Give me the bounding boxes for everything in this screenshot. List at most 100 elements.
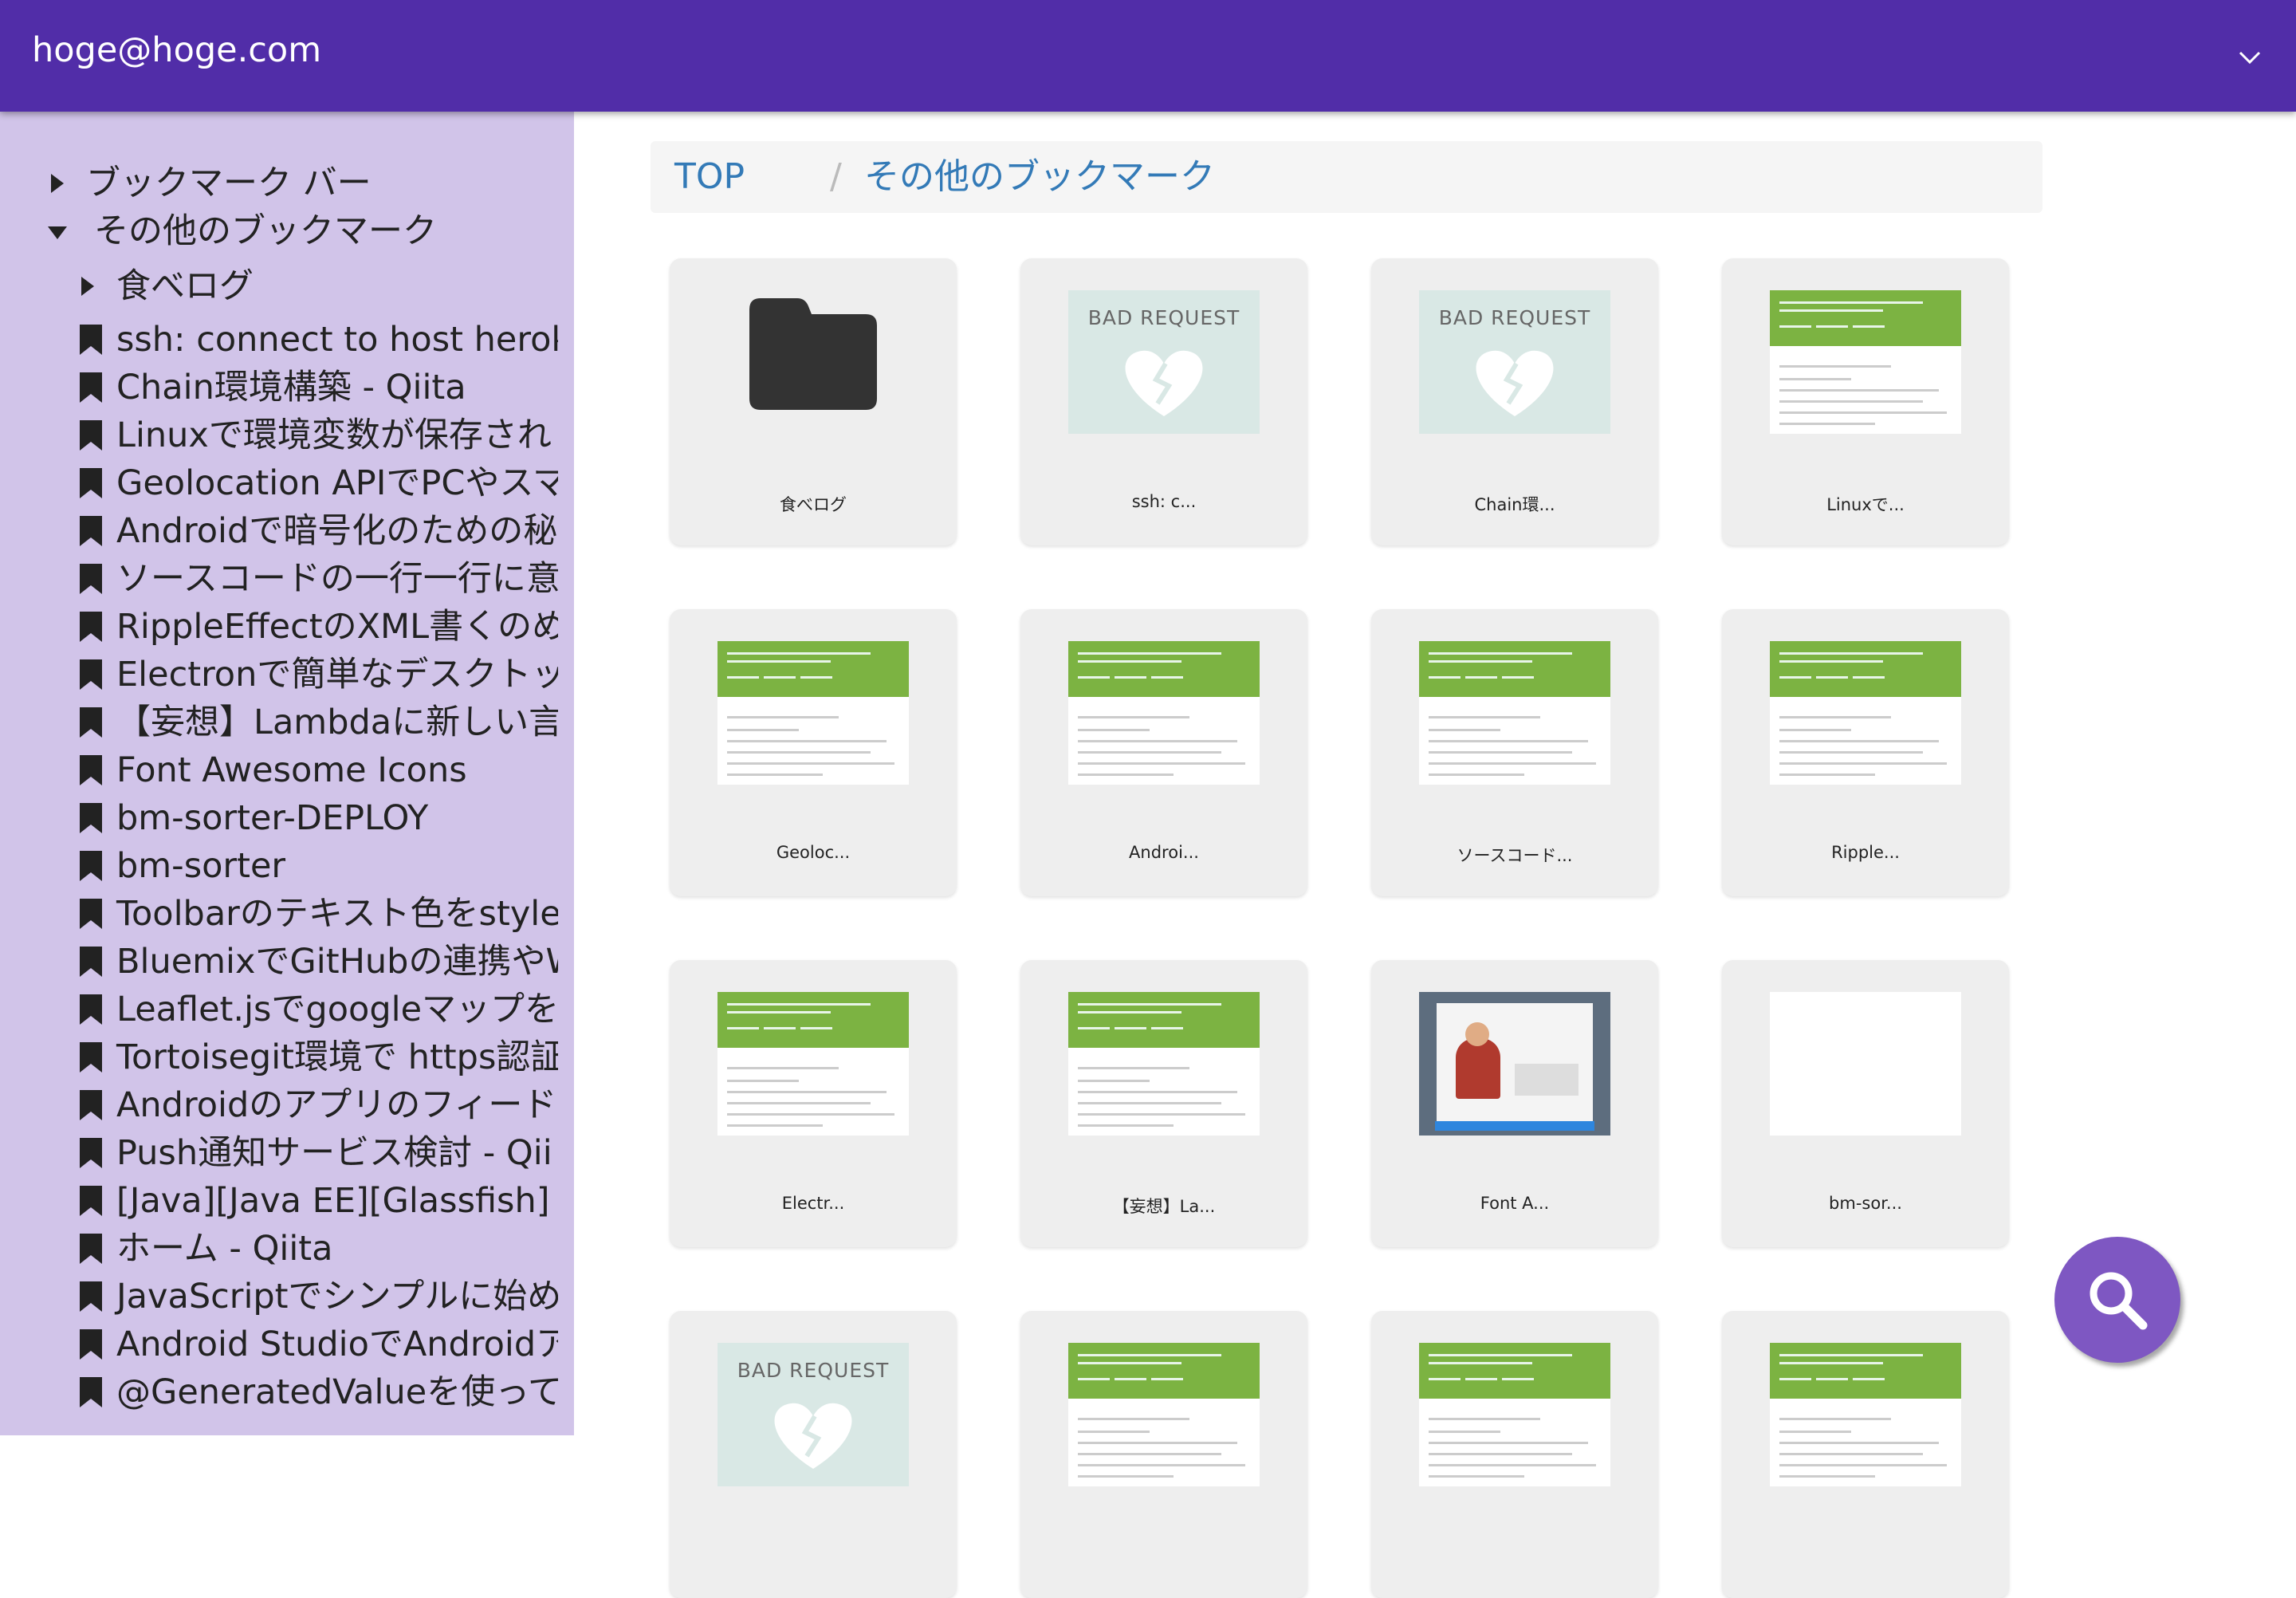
bookmark-icon	[80, 1281, 102, 1312]
search-icon	[2090, 1272, 2148, 1330]
sidebar-bookmark-item[interactable]: 【妄想】Lambdaに新しい言	[78, 700, 558, 745]
header-text-line	[727, 660, 831, 663]
sidebar-bookmark-label: ホーム - Qiita	[116, 1229, 333, 1269]
sidebar-bookmark-item[interactable]: Android StudioでAndroidア	[78, 1322, 558, 1367]
bookmark-thumbnail	[1419, 992, 1610, 1136]
bookmark-thumbnail	[1770, 641, 1961, 785]
bookmark-card[interactable]	[1722, 1311, 2009, 1598]
sidebar-bookmark-label: bm-sorter	[116, 846, 286, 886]
sidebar-bookmark-item[interactable]: Toolbarのテキスト色をstyle	[78, 891, 558, 936]
sidebar-bookmark-label: JavaScriptでシンプルに始め	[116, 1277, 558, 1317]
header-text-line	[1853, 325, 1885, 328]
folder-card[interactable]: 食べログ	[670, 258, 957, 545]
sidebar-bookmark-label: Tortoisegit環境で https認証	[116, 1037, 558, 1077]
sidebar-bookmark-label: Androidで暗号化のための秘	[116, 511, 558, 551]
bookmark-thumbnail: BAD REQUEST	[1419, 290, 1610, 434]
sidebar-bookmark-item[interactable]: @GeneratedValueを使ってエ	[78, 1370, 558, 1415]
bookmark-card[interactable]: Linuxで...	[1722, 258, 2009, 545]
sidebar-bookmark-label: bm-sorter-DEPLOY	[116, 798, 429, 838]
breadcrumb-current[interactable]: その他のブックマーク	[864, 155, 1215, 199]
sidebar-bookmark-label: @GeneratedValueを使ってエ	[116, 1372, 558, 1412]
text-line	[727, 729, 799, 731]
bookmark-card[interactable]: Geoloc...	[670, 609, 957, 896]
sidebar-bookmark-item[interactable]: Linuxで環境変数が保存され	[78, 413, 558, 458]
bookmark-tree-sidebar: ブックマーク バー その他のブックマーク食べログ ssh: connect to h…	[0, 112, 574, 1435]
text-line	[727, 1091, 887, 1093]
breadcrumb-top-link[interactable]: TOP	[674, 155, 745, 199]
sidebar-folder-item[interactable]: ブックマーク バー	[48, 161, 558, 206]
bookmark-card[interactable]: BAD REQUEST Chain環...	[1371, 258, 1658, 545]
sidebar-bookmark-label: Android StudioでAndroidア	[116, 1324, 558, 1364]
bookmark-icon	[80, 1377, 102, 1407]
bookmark-card[interactable]: ソースコード...	[1371, 609, 1658, 896]
page-header-bar	[1770, 290, 1961, 346]
bookmark-card[interactable]	[1020, 1311, 1307, 1598]
sidebar-bookmark-item[interactable]: Chain環境構築 - Qiita	[78, 365, 558, 410]
sidebar-folder-item[interactable]: その他のブックマーク	[48, 209, 558, 254]
bookmark-card[interactable]: BAD REQUEST	[670, 1311, 957, 1598]
header-text-line	[1078, 1027, 1110, 1029]
card-title: ソースコード...	[1457, 846, 1573, 865]
main-content: TOP / その他のブックマーク 食べログ BAD REQUEST ssh: c..…	[574, 112, 2296, 1598]
bookmark-icon	[80, 947, 102, 977]
sidebar-bookmark-item[interactable]: ホーム - Qiita	[78, 1226, 558, 1271]
sidebar-bookmark-item[interactable]: bm-sorter	[78, 844, 558, 888]
sidebar-bookmark-item[interactable]: ソースコードの一行一行に意	[78, 557, 558, 601]
text-line	[1078, 1442, 1237, 1444]
bookmark-card[interactable]: Ripple...	[1722, 609, 2009, 896]
bookmark-card[interactable]: Font A...	[1371, 960, 1658, 1247]
text-line	[1078, 1475, 1174, 1478]
sidebar-bookmark-item[interactable]: Font Awesome Icons	[78, 748, 558, 793]
text-line	[1429, 1442, 1588, 1444]
sidebar-bookmark-label: BluemixでGitHubの連携やW	[116, 942, 558, 982]
bookmark-card[interactable]: bm-sor...	[1722, 960, 2009, 1247]
bookmark-thumbnail: BAD REQUEST	[718, 1343, 909, 1486]
sidebar-bookmark-item[interactable]: Electronで簡単なデスクトッ	[78, 652, 558, 697]
broken-heart-icon	[774, 1403, 852, 1469]
page-header-bar	[1419, 641, 1610, 697]
bookmark-card[interactable]: BAD REQUEST ssh: c...	[1020, 258, 1307, 545]
sidebar-folder-item[interactable]: 食べログ	[78, 264, 558, 309]
bookmark-icon	[80, 612, 102, 642]
sidebar-bookmark-item[interactable]: ssh: connect to host herok	[78, 317, 558, 362]
bookmark-card[interactable]: 【妄想】La...	[1020, 960, 1307, 1247]
text-line	[727, 762, 894, 765]
bookmark-card[interactable]: Androi...	[1020, 609, 1307, 896]
header-text-line	[1151, 1378, 1183, 1380]
card-title: ssh: c...	[1131, 492, 1197, 511]
sidebar-bookmark-item[interactable]: BluemixでGitHubの連携やW	[78, 939, 558, 984]
sidebar-bookmark-item[interactable]: Androidで暗号化のための秘	[78, 509, 558, 553]
header-text-line	[1429, 660, 1532, 663]
download-bar	[1435, 1121, 1594, 1131]
bookmark-icon	[80, 755, 102, 785]
sidebar-bookmark-item[interactable]: bm-sorter-DEPLOY	[78, 796, 558, 840]
bookmark-card[interactable]	[1371, 1311, 1658, 1598]
sidebar-bookmark-item[interactable]: RippleEffectのXML書くのめ	[78, 604, 558, 649]
search-fab-button[interactable]	[2054, 1237, 2180, 1363]
person-face	[1465, 1022, 1489, 1046]
text-line	[1078, 1091, 1237, 1093]
text-line	[1779, 365, 1891, 368]
bookmark-icon	[80, 372, 102, 403]
user-email[interactable]: hoge@hoge.com	[32, 30, 321, 70]
chevron-down-icon[interactable]	[2235, 43, 2264, 72]
header-text-line	[1779, 652, 1923, 655]
header-text-line	[727, 1027, 759, 1029]
header-text-line	[1429, 676, 1461, 679]
sidebar-bookmark-item[interactable]: Push通知サービス検討 - Qii	[78, 1131, 558, 1175]
sidebar-bookmark-item[interactable]: [Java][Java EE][Glassfish]	[78, 1179, 558, 1223]
sidebar-bookmark-item[interactable]: Tortoisegit環境で https認証	[78, 1035, 558, 1080]
page-header-bar	[718, 992, 909, 1048]
sidebar-bookmark-item[interactable]: Geolocation APIでPCやスマ	[78, 461, 558, 506]
bookmark-card[interactable]: Electr...	[670, 960, 957, 1247]
bookmark-icon	[80, 899, 102, 929]
sidebar-bookmark-label: Leaflet.jsでgoogleマップを	[116, 990, 558, 1029]
header-text-line	[800, 676, 832, 679]
sidebar-bookmark-item[interactable]: JavaScriptでシンプルに始め	[78, 1274, 558, 1319]
sidebar-bookmark-item[interactable]: Androidのアプリのフィード	[78, 1083, 558, 1128]
header-text-line	[1465, 676, 1497, 679]
header-text-line	[1502, 1378, 1534, 1380]
header-text-line	[1465, 1378, 1497, 1380]
sidebar-bookmark-label: Electronで簡単なデスクトッ	[116, 655, 558, 695]
sidebar-bookmark-item[interactable]: Leaflet.jsでgoogleマップを	[78, 987, 558, 1032]
